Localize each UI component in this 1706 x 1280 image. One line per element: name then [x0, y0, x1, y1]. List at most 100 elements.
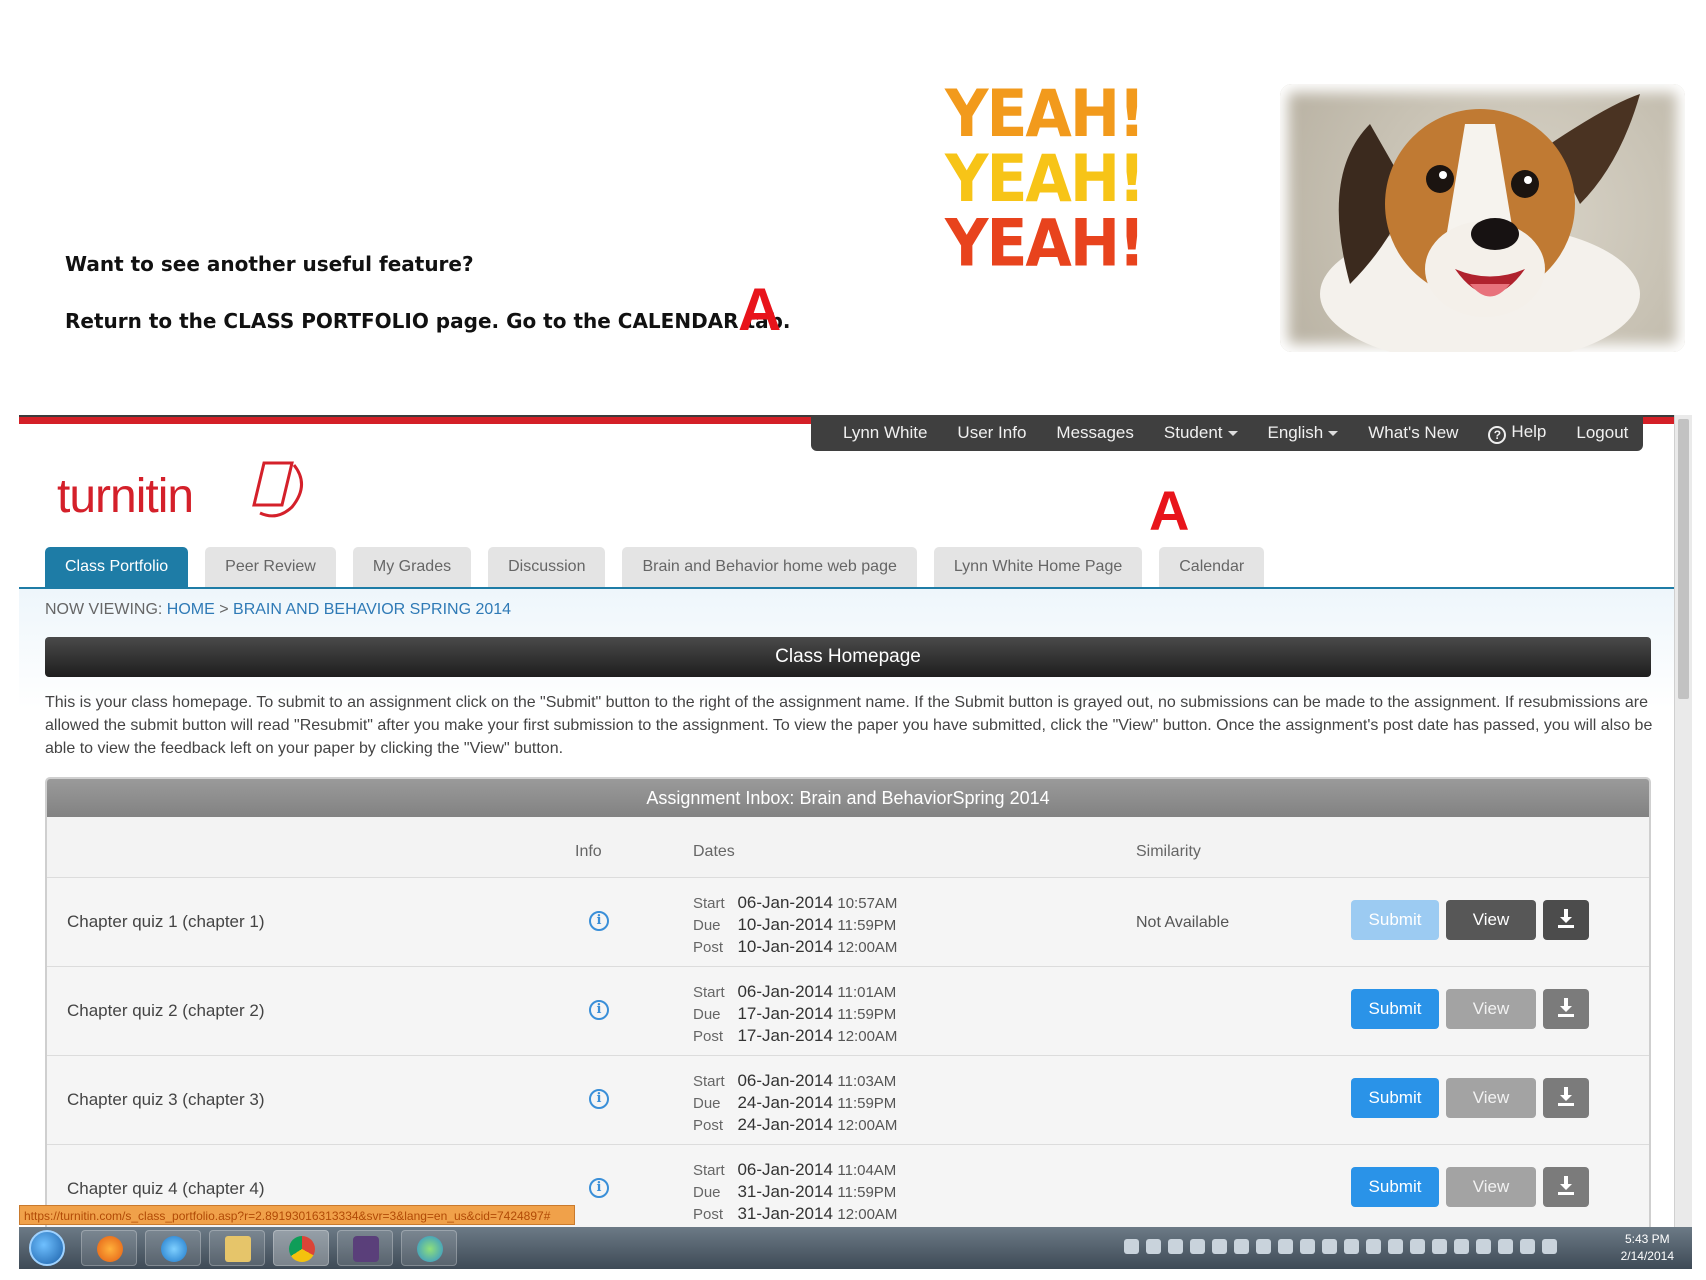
- download-button[interactable]: [1543, 1078, 1589, 1118]
- post-time: 12:00AM: [837, 1206, 898, 1223]
- taskbar-internet-explorer[interactable]: [145, 1230, 201, 1266]
- page-title: Class Homepage: [45, 637, 1651, 677]
- marker-a-calendar: A: [1149, 479, 1190, 542]
- clock-date: 2/14/2014: [1620, 1249, 1674, 1263]
- submit-button[interactable]: Submit: [1351, 989, 1439, 1029]
- assignment-dates: Start 06-Jan-2014 11:04AM Due 31-Jan-201…: [693, 1159, 897, 1225]
- due-time: 11:59PM: [837, 1184, 897, 1201]
- clock-time: 5:43 PM: [1624, 1232, 1670, 1246]
- tab-class-portfolio[interactable]: Class Portfolio: [45, 547, 189, 587]
- assignment-name: Chapter quiz 3 (chapter 3): [67, 1090, 265, 1109]
- start-label: Start: [693, 984, 725, 1001]
- turnitin-logo[interactable]: turnitin: [57, 455, 337, 535]
- assignment-dates: Start 06-Jan-2014 11:03AM Due 24-Jan-201…: [693, 1070, 897, 1136]
- system-tray: [1124, 1239, 1594, 1257]
- start-button[interactable]: [29, 1230, 65, 1266]
- info-icon[interactable]: i: [589, 911, 609, 931]
- tray-icon[interactable]: [1168, 1239, 1183, 1254]
- taskbar-firefox[interactable]: [81, 1230, 137, 1266]
- tray-icon[interactable]: [1454, 1239, 1469, 1254]
- assignment-name: Chapter quiz 4 (chapter 4): [67, 1179, 265, 1198]
- tab-peer-review[interactable]: Peer Review: [205, 547, 336, 587]
- submit-button[interactable]: Submit: [1351, 900, 1439, 940]
- nav-user-info[interactable]: User Info: [957, 423, 1026, 443]
- tab-calendar[interactable]: Calendar: [1159, 547, 1265, 587]
- tray-icon[interactable]: [1212, 1239, 1227, 1254]
- nav-help[interactable]: ? Help: [1488, 422, 1546, 444]
- due-date: 31-Jan-2014: [737, 1182, 833, 1201]
- tray-icon[interactable]: [1300, 1239, 1315, 1254]
- tab-my-grades[interactable]: My Grades: [352, 547, 472, 587]
- download-icon: [1558, 998, 1574, 1017]
- breadcrumb-current[interactable]: BRAIN AND BEHAVIOR SPRING 2014: [233, 601, 511, 618]
- tray-icon[interactable]: [1388, 1239, 1403, 1254]
- submit-button[interactable]: Submit: [1351, 1078, 1439, 1118]
- tray-icon[interactable]: [1542, 1239, 1557, 1254]
- folder-icon: [225, 1236, 251, 1262]
- nav-role-dropdown[interactable]: Student: [1164, 423, 1238, 443]
- internet-explorer-icon: [161, 1236, 187, 1262]
- tray-icon[interactable]: [1432, 1239, 1447, 1254]
- yeah-line-1: YEAH!: [945, 76, 1145, 153]
- nav-help-label: Help: [1511, 422, 1547, 441]
- column-header-info: Info: [575, 843, 602, 860]
- breadcrumb-home[interactable]: HOME: [167, 601, 215, 618]
- taskbar-clock[interactable]: 5:43 PM 2/14/2014: [1621, 1231, 1674, 1265]
- assignment-name: Chapter quiz 1 (chapter 1): [67, 912, 265, 931]
- tray-icon[interactable]: [1498, 1239, 1513, 1254]
- taskbar-chrome[interactable]: [273, 1230, 329, 1266]
- vertical-scrollbar[interactable]: [1674, 415, 1692, 1227]
- start-date: 06-Jan-2014: [737, 982, 833, 1001]
- tray-icon[interactable]: [1146, 1239, 1161, 1254]
- tray-icon[interactable]: [1344, 1239, 1359, 1254]
- top-navigation: Lynn White User Info Messages Student En…: [811, 415, 1643, 451]
- post-date: 24-Jan-2014: [737, 1115, 833, 1134]
- start-time: 11:04AM: [837, 1162, 897, 1179]
- logo-wordmark: turnitin: [57, 470, 194, 523]
- scrollbar-thumb[interactable]: [1678, 419, 1689, 699]
- breadcrumb-separator: >: [219, 601, 229, 618]
- tray-icon[interactable]: [1190, 1239, 1205, 1254]
- tray-icon[interactable]: [1256, 1239, 1271, 1254]
- info-icon[interactable]: i: [589, 1089, 609, 1109]
- taskbar-messenger[interactable]: [401, 1230, 457, 1266]
- nav-user-name[interactable]: Lynn White: [843, 423, 927, 443]
- turnitin-browser-window: Lynn White User Info Messages Student En…: [19, 415, 1692, 1227]
- tray-icon[interactable]: [1234, 1239, 1249, 1254]
- view-button[interactable]: View: [1446, 1167, 1536, 1207]
- download-button[interactable]: [1543, 900, 1589, 940]
- view-button[interactable]: View: [1446, 1078, 1536, 1118]
- tray-icon[interactable]: [1278, 1239, 1293, 1254]
- nav-whats-new[interactable]: What's New: [1368, 423, 1458, 443]
- tray-icon[interactable]: [1124, 1239, 1139, 1254]
- tray-icon[interactable]: [1322, 1239, 1337, 1254]
- nav-messages[interactable]: Messages: [1056, 423, 1133, 443]
- submit-button[interactable]: Submit: [1351, 1167, 1439, 1207]
- inbox-title: Assignment Inbox: Brain and BehaviorSpri…: [47, 779, 1649, 817]
- post-date: 10-Jan-2014: [737, 937, 833, 956]
- post-label: Post: [693, 1028, 724, 1045]
- download-button[interactable]: [1543, 1167, 1589, 1207]
- taskbar-fs-app[interactable]: [337, 1230, 393, 1266]
- post-date: 17-Jan-2014: [737, 1026, 833, 1045]
- course-tabs: Class Portfolio Peer Review My Grades Di…: [45, 547, 1281, 587]
- start-time: 11:03AM: [837, 1073, 897, 1090]
- post-date: 31-Jan-2014: [737, 1204, 833, 1223]
- tab-lynn-white-home-page[interactable]: Lynn White Home Page: [933, 547, 1143, 587]
- tray-icon[interactable]: [1366, 1239, 1381, 1254]
- view-button[interactable]: View: [1446, 900, 1536, 940]
- due-time: 11:59PM: [837, 1095, 897, 1112]
- info-icon[interactable]: i: [589, 1000, 609, 1020]
- download-button[interactable]: [1543, 989, 1589, 1029]
- taskbar-file-explorer[interactable]: [209, 1230, 265, 1266]
- tab-discussion[interactable]: Discussion: [488, 547, 606, 587]
- info-icon[interactable]: i: [589, 1178, 609, 1198]
- tray-icon[interactable]: [1520, 1239, 1535, 1254]
- tray-icon[interactable]: [1476, 1239, 1491, 1254]
- nav-language-dropdown[interactable]: English: [1268, 423, 1339, 443]
- view-button[interactable]: View: [1446, 989, 1536, 1029]
- nav-logout[interactable]: Logout: [1576, 423, 1628, 443]
- assignment-row: Chapter quiz 3 (chapter 3) i Start 06-Ja…: [47, 1055, 1649, 1144]
- tray-icon[interactable]: [1410, 1239, 1425, 1254]
- tab-brain-behavior-web-page[interactable]: Brain and Behavior home web page: [622, 547, 917, 587]
